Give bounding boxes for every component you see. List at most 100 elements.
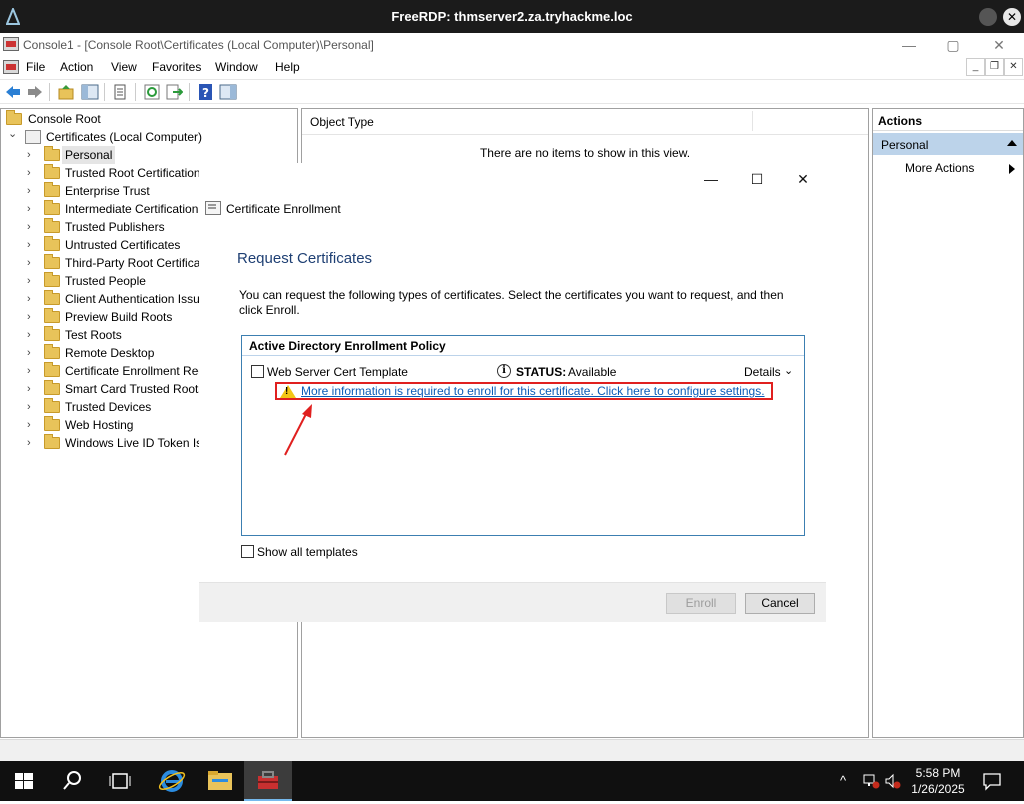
- chevron-right-icon[interactable]: ›: [27, 218, 37, 236]
- tree-item-label: Trusted Devices: [65, 400, 152, 414]
- system-clock[interactable]: 5:58 PM 1/26/2025: [905, 765, 971, 797]
- child-restore-button[interactable]: ❐: [985, 58, 1004, 76]
- window-title: Console1 - [Console Root\Certificates (L…: [23, 38, 374, 52]
- up-folder-icon[interactable]: [57, 83, 75, 101]
- configure-settings-link[interactable]: More information is required to enroll f…: [301, 384, 765, 398]
- search-icon[interactable]: [48, 761, 96, 801]
- start-windows-icon[interactable]: [0, 761, 48, 801]
- more-actions-link[interactable]: More Actions: [905, 161, 974, 175]
- rdp-close-button[interactable]: ✕: [1003, 8, 1021, 26]
- show-all-templates-checkbox[interactable]: [241, 545, 254, 558]
- show-hide-action-pane-icon[interactable]: [219, 83, 237, 101]
- folder-icon: [44, 398, 60, 413]
- tree-item-label: Trusted Publishers: [65, 220, 165, 234]
- child-minimize-button[interactable]: _: [966, 58, 985, 76]
- chevron-right-icon[interactable]: ›: [27, 164, 37, 182]
- tree-item-label: Remote Desktop: [65, 346, 155, 360]
- chevron-right-icon[interactable]: [1009, 164, 1015, 174]
- menu-file[interactable]: File: [26, 60, 45, 74]
- status-value: Available: [568, 365, 617, 379]
- dialog-maximize-button[interactable]: ☐: [742, 169, 772, 189]
- window-minimize-button[interactable]: —: [896, 36, 922, 54]
- mmc-taskbar-button[interactable]: [244, 761, 292, 801]
- dialog-heading: Request Certificates: [237, 250, 373, 267]
- dialog-close-button[interactable]: ✕: [788, 169, 818, 189]
- action-center-icon[interactable]: [982, 771, 1002, 791]
- tree-item-label: Smart Card Trusted Roots: [65, 382, 205, 396]
- menu-action[interactable]: Action: [60, 60, 93, 74]
- chevron-right-icon[interactable]: ›: [27, 146, 37, 164]
- dialog-minimize-button[interactable]: —: [696, 169, 726, 189]
- chevron-right-icon[interactable]: ›: [27, 380, 37, 398]
- annotation-arrow-icon: [284, 404, 312, 456]
- certificate-enrollment-dialog: — ☐ ✕ Certificate Enrollment Request Cer…: [199, 163, 826, 622]
- cancel-button[interactable]: Cancel: [745, 593, 815, 614]
- folder-icon: [44, 200, 60, 215]
- taskbar: ^ 5:58 PM 1/26/2025: [0, 761, 1024, 801]
- chevron-right-icon[interactable]: ›: [27, 416, 37, 434]
- back-icon[interactable]: [4, 83, 22, 101]
- rdp-minimize-button[interactable]: [979, 8, 997, 26]
- template-checkbox[interactable]: [251, 365, 264, 378]
- menu-help[interactable]: Help: [275, 60, 300, 74]
- task-view-icon[interactable]: [96, 761, 144, 801]
- folder-icon: [44, 164, 60, 179]
- tree-item-label: Third-Party Root Certifica: [65, 256, 201, 270]
- menu-favorites[interactable]: Favorites: [152, 60, 201, 74]
- network-icon[interactable]: [862, 773, 880, 789]
- chevron-down-icon[interactable]: ⌄: [784, 364, 793, 377]
- properties-icon[interactable]: [111, 83, 129, 101]
- column-divider[interactable]: [752, 111, 753, 131]
- child-close-button[interactable]: ✕: [1004, 58, 1023, 76]
- chevron-right-icon[interactable]: ›: [27, 272, 37, 290]
- show-hide-tree-icon[interactable]: [81, 83, 99, 101]
- chevron-right-icon[interactable]: ›: [27, 182, 37, 200]
- status-label: STATUS:: [516, 365, 567, 379]
- folder-icon: [44, 362, 60, 377]
- console-menu-icon[interactable]: [3, 60, 19, 74]
- folder-icon: [44, 344, 60, 359]
- clock-time: 5:58 PM: [915, 766, 961, 780]
- chevron-right-icon[interactable]: ›: [27, 362, 37, 380]
- dialog-instructions: You can request the following types of c…: [239, 288, 784, 317]
- chevron-right-icon[interactable]: ›: [27, 434, 37, 452]
- folder-icon: [44, 182, 60, 197]
- chevron-right-icon[interactable]: ›: [27, 398, 37, 416]
- mmc-app-icon: [3, 37, 19, 51]
- refresh-icon[interactable]: [143, 83, 161, 101]
- collapse-up-icon[interactable]: [1007, 140, 1017, 146]
- forward-icon[interactable]: [26, 83, 44, 101]
- template-label[interactable]: Web Server Cert Template: [267, 365, 408, 379]
- chevron-right-icon[interactable]: ›: [27, 308, 37, 326]
- internet-explorer-icon[interactable]: [148, 761, 196, 801]
- chevron-right-icon[interactable]: ›: [27, 236, 37, 254]
- enroll-button[interactable]: Enroll: [666, 593, 736, 614]
- actions-section-personal[interactable]: Personal: [873, 133, 1023, 155]
- chevron-right-icon[interactable]: ›: [27, 326, 37, 344]
- menu-view[interactable]: View: [111, 60, 137, 74]
- volume-muted-icon[interactable]: [884, 773, 902, 789]
- chevron-right-icon[interactable]: ›: [27, 200, 37, 218]
- rdp-title: FreeRDP: thmserver2.za.tryhackme.loc: [391, 9, 633, 24]
- details-toggle[interactable]: Details: [744, 365, 781, 379]
- tree-item-label: Trusted Root Certification: [65, 166, 201, 180]
- help-icon[interactable]: ?: [197, 83, 215, 101]
- window-maximize-button[interactable]: ▢: [940, 36, 966, 54]
- column-object-type[interactable]: Object Type: [310, 115, 374, 129]
- chevron-right-icon[interactable]: ›: [27, 290, 37, 308]
- menu-window[interactable]: Window: [215, 60, 258, 74]
- export-list-icon[interactable]: [165, 83, 183, 101]
- chevron-down-icon[interactable]: ⌄: [8, 125, 18, 143]
- tree-item-label: Personal: [62, 146, 116, 164]
- window-close-button[interactable]: ✕: [986, 36, 1012, 54]
- tray-overflow-icon[interactable]: ^: [840, 773, 846, 788]
- tree-item-label: Certificate Enrollment Rec: [65, 364, 205, 378]
- actions-pane: Actions Personal More Actions: [872, 108, 1024, 738]
- dialog-footer: Enroll Cancel: [199, 582, 826, 622]
- tree-item-label: Client Authentication Issu: [65, 292, 200, 306]
- show-all-templates-label[interactable]: Show all templates: [257, 545, 358, 559]
- folder-icon: [44, 272, 60, 287]
- file-explorer-icon[interactable]: [196, 761, 244, 801]
- chevron-right-icon[interactable]: ›: [27, 344, 37, 362]
- chevron-right-icon[interactable]: ›: [27, 254, 37, 272]
